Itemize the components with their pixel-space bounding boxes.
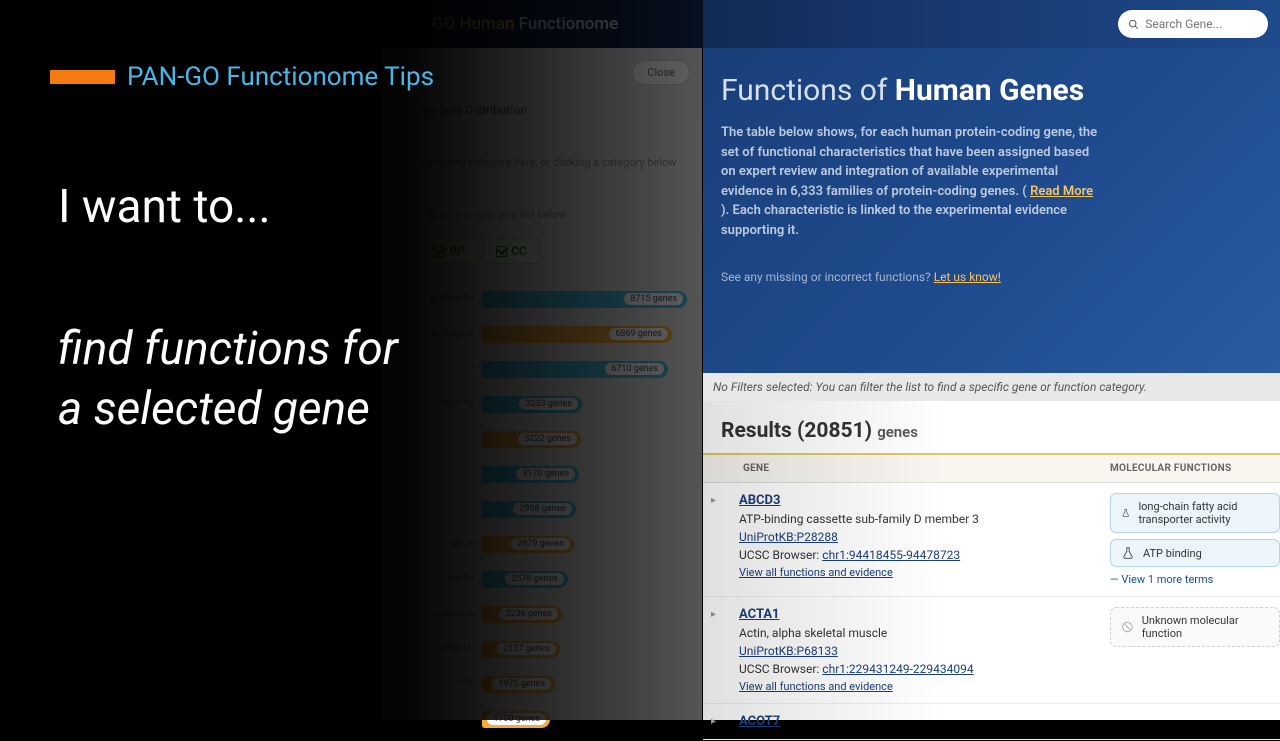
hero-title-b: Human Genes — [895, 73, 1084, 108]
results-word: genes — [877, 423, 918, 441]
gene-info: ACTA1 Actin, alpha skeletal muscle UniProt… — [721, 597, 1098, 703]
gene-name-link[interactable]: ACTA1 — [739, 607, 1090, 622]
mf-cell — [1098, 704, 1280, 739]
gene-desc: Actin, alpha skeletal muscle — [739, 626, 1090, 640]
uniprot-link[interactable]: UniProtKB:P68133 — [739, 644, 838, 658]
mf-chip[interactable]: long-chain fatty acid transporter activi… — [1110, 493, 1280, 533]
filter-message: No Filters selected: You can filter the … — [713, 380, 1147, 394]
hero-note: See any missing or incorrect functions? … — [721, 270, 1262, 284]
let-us-know-link[interactable]: Let us know! — [934, 270, 1001, 284]
accent-bar — [50, 70, 115, 84]
tips-title: PAN-GO Functionome Tips — [127, 62, 434, 92]
table-head: GENE MOLECULAR FUNCTIONS — [703, 453, 1280, 483]
overlay-action: find functions for a selected gene — [58, 320, 398, 440]
search-gene-field[interactable] — [1118, 10, 1268, 38]
col-header-mf[interactable]: MOLECULAR FUNCTIONS — [1098, 455, 1280, 482]
app-root: GO Human Functionome Functions of Human … — [0, 0, 1280, 720]
search-icon — [1128, 18, 1139, 31]
expand-toggle[interactable]: ▸ — [703, 483, 721, 596]
search-input[interactable] — [1145, 17, 1258, 31]
hero-description: The table below shows, for each human pr… — [721, 123, 1101, 240]
table-row: ▸ ABCD3 ATP-binding cassette sub-family D … — [703, 483, 1280, 597]
view-all-link[interactable]: View all functions and evidence — [739, 680, 1090, 693]
overlay-action-l2: a selected gene — [58, 380, 398, 440]
ucsc-line: UCSC Browser: chr1:94418455-94478723 — [739, 548, 1090, 562]
mf-chip[interactable]: Unknown molecular function — [1110, 607, 1280, 647]
table-body: ▸ ABCD3 ATP-binding cassette sub-family D … — [703, 483, 1280, 740]
mf-text: long-chain fatty acid transporter activi… — [1138, 500, 1269, 526]
mf-text: ATP binding — [1143, 547, 1202, 560]
view-all-link[interactable]: View all functions and evidence — [739, 566, 1090, 579]
overlay-header: PAN-GO Functionome Tips — [50, 62, 434, 92]
ucsc-link[interactable]: chr1:229431249-229434094 — [822, 662, 973, 676]
flask-icon — [1121, 546, 1135, 560]
flask-icon — [1121, 506, 1130, 520]
results-count: Results (20851) — [721, 419, 877, 443]
mf-text: Unknown molecular function — [1142, 614, 1269, 640]
view-more-terms[interactable]: — View 1 more terms — [1110, 573, 1280, 586]
results-section: Results (20851) genes GENE MOLECULAR FUN… — [703, 401, 1280, 720]
mf-chip[interactable]: ATP binding — [1110, 539, 1280, 567]
ucsc-line: UCSC Browser: chr1:229431249-229434094 — [739, 662, 1090, 676]
results-header: Results (20851) genes — [703, 401, 1280, 453]
uniprot-link[interactable]: UniProtKB:P28288 — [739, 530, 838, 544]
gene-desc: ATP-binding cassette sub-family D member… — [739, 512, 1090, 526]
expand-toggle[interactable]: ▸ — [703, 597, 721, 703]
ucsc-link[interactable]: chr1:94418455-94478723 — [822, 548, 960, 562]
hero-desc-b: ). Each characteristic is linked to the … — [721, 203, 1067, 238]
table-row: ▸ ACTA1 Actin, alpha skeletal muscle UniPro… — [703, 597, 1280, 704]
hero-note-a: See any missing or incorrect functions? — [721, 270, 934, 284]
unknown-icon — [1121, 620, 1134, 634]
read-more-link[interactable]: Read More — [1030, 184, 1093, 199]
hero-title-a: Functions of — [721, 73, 895, 108]
overlay-action-l1: find functions for — [58, 320, 398, 380]
gene-name-link[interactable]: ABCD3 — [739, 493, 1090, 508]
table-row: ▸ ACOT7 — [703, 704, 1280, 740]
hero-title: Functions of Human Genes — [721, 73, 1262, 108]
mf-cell: long-chain fatty acid transporter activi… — [1098, 483, 1280, 596]
expand-toggle[interactable]: ▸ — [703, 704, 721, 739]
gene-name-link[interactable]: ACOT7 — [739, 714, 1090, 729]
hero-panel: Functions of Human Genes The table below… — [703, 48, 1280, 373]
gene-info: ABCD3 ATP-binding cassette sub-family D m… — [721, 483, 1098, 596]
filter-bar: No Filters selected: You can filter the … — [703, 373, 1280, 401]
mf-cell: Unknown molecular function — [1098, 597, 1280, 703]
overlay-want: I want to... — [58, 180, 271, 234]
col-header-gene[interactable]: GENE — [703, 455, 1098, 482]
gene-info: ACOT7 — [721, 704, 1098, 739]
